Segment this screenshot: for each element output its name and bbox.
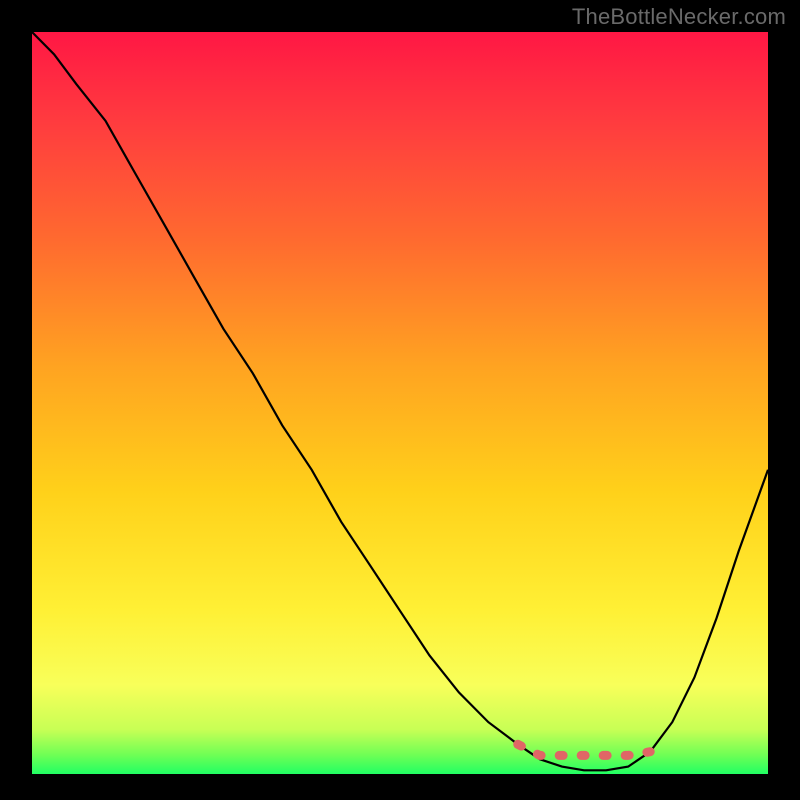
plot-area: [32, 32, 768, 774]
chart-frame: TheBottleNecker.com: [0, 0, 800, 800]
bottleneck-chart: [0, 0, 800, 800]
